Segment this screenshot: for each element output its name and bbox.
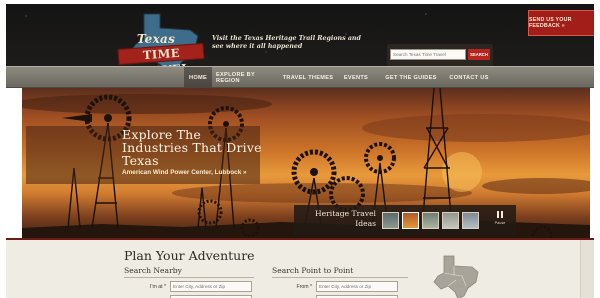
- main-nav: HOME EXPLORE BY REGION TRAVEL THEMES EVE…: [6, 66, 594, 88]
- site-logo[interactable]: Texas TIME TRAVEL: [114, 12, 206, 66]
- thumbnail-panel-label: Heritage Travel Ideas: [315, 209, 376, 228]
- feedback-button[interactable]: SEND US YOUR FEEDBACK »: [528, 10, 594, 36]
- nav-item-home[interactable]: HOME: [184, 67, 212, 88]
- search-input[interactable]: [390, 49, 466, 60]
- im-at-input[interactable]: [170, 281, 252, 292]
- nav-item-events[interactable]: EVENTS: [340, 67, 372, 88]
- page: Texas TIME TRAVEL Visit the Texas Herita…: [0, 0, 600, 298]
- plan-adventure-section: Plan Your Adventure Search Nearby I'm at…: [6, 238, 594, 298]
- slide-thumbnail-1[interactable]: [382, 212, 399, 229]
- hero-slideshow[interactable]: Explore The Industries That Drive Texas …: [22, 88, 590, 238]
- right-edge-panel: [580, 240, 594, 298]
- im-at-label: I'm at *: [150, 284, 166, 290]
- slide-thumbnail-5[interactable]: [462, 212, 479, 229]
- site-search: SEARCH: [387, 44, 493, 66]
- nav-item-contact-us[interactable]: CONTACT US: [446, 67, 492, 88]
- hero-credit-link[interactable]: American Wind Power Center, Lubbock »: [122, 169, 247, 176]
- site-tagline: Visit the Texas Heritage Trail Regions a…: [212, 35, 361, 50]
- nav-item-travel-themes[interactable]: TRAVEL THEMES: [282, 67, 334, 88]
- point-to-point-divider: [272, 277, 408, 278]
- hero-title: Explore The Industries That Drive Texas: [122, 127, 262, 168]
- slide-thumbnail-4[interactable]: [442, 212, 459, 229]
- slide-thumbnail-2[interactable]: [402, 212, 419, 229]
- from-label: From *: [296, 284, 312, 290]
- site-header: Texas TIME TRAVEL Visit the Texas Herita…: [6, 4, 594, 66]
- pause-button[interactable]: Pause: [490, 209, 510, 232]
- point-to-point-title: Search Point to Point: [272, 266, 354, 275]
- from-input[interactable]: [316, 281, 398, 292]
- search-button[interactable]: SEARCH: [468, 49, 490, 60]
- thumbnail-panel: Heritage Travel Ideas Pause: [294, 205, 516, 235]
- pause-label: Pause: [494, 221, 506, 225]
- pause-icon: [497, 211, 503, 218]
- texas-map-icon[interactable]: [426, 254, 486, 298]
- slide-thumbnail-3[interactable]: [422, 212, 439, 229]
- nav-item-get-the-guides[interactable]: GET THE GUIDES: [384, 67, 438, 88]
- nav-item-explore-by-region[interactable]: EXPLORE BY REGION: [216, 67, 280, 88]
- plan-title: Plan Your Adventure: [124, 248, 255, 263]
- search-nearby-divider: [124, 277, 254, 278]
- search-nearby-title: Search Nearby: [124, 266, 182, 275]
